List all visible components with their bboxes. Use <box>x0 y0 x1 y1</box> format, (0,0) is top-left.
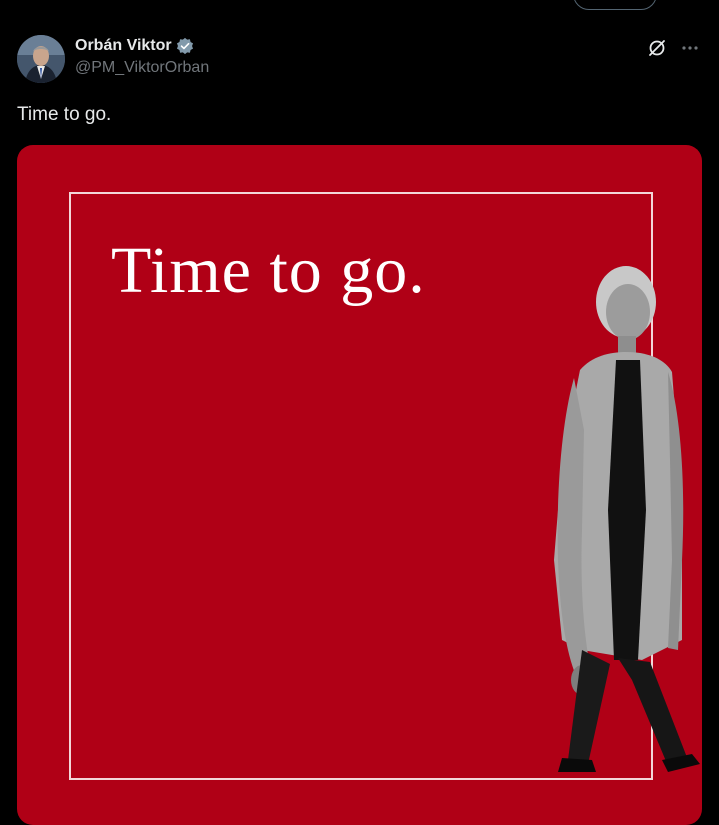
top-pill-button[interactable] <box>573 0 657 10</box>
tweet-author: Orbán Viktor @PM_ViktorOrban <box>75 37 209 77</box>
author-display-name[interactable]: Orbán Viktor <box>75 37 172 55</box>
tweet-text: Time to go. <box>17 104 112 125</box>
poster-title: Time to go. <box>111 234 426 307</box>
avatar[interactable] <box>17 35 65 83</box>
verified-badge-icon[interactable] <box>176 37 194 55</box>
tweet-media[interactable]: Time to go. <box>17 145 702 825</box>
author-name-row: Orbán Viktor <box>75 37 209 55</box>
more-icon[interactable] <box>680 38 700 58</box>
author-handle[interactable]: @PM_ViktorOrban <box>75 59 209 77</box>
walking-woman-figure <box>554 266 700 772</box>
grok-icon[interactable] <box>647 38 667 58</box>
avatar-image <box>17 35 65 83</box>
